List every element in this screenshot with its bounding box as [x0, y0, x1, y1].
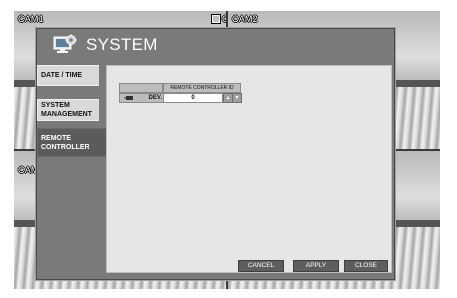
nav-item-system-management[interactable]: SYSTEM MANAGEMENT	[37, 99, 99, 121]
dialog-title: SYSTEM	[86, 35, 158, 54]
nav-item-label: SYSTEM MANAGEMENT	[41, 102, 92, 118]
settings-gear-monitor-icon	[53, 34, 77, 53]
remote-device-icon	[124, 96, 133, 100]
record-letter: C	[222, 14, 226, 24]
record-indicator: C	[212, 14, 226, 24]
nav-item-remote-controller[interactable]: REMOTE CONTROLLER	[37, 128, 106, 157]
nav-item-label: DATE / TIME	[41, 72, 83, 79]
record-box-icon	[212, 15, 220, 23]
arrow-down-icon[interactable]: ▼	[232, 93, 242, 103]
close-button[interactable]: CLOSE	[344, 260, 388, 272]
cancel-button[interactable]: CANCEL	[238, 260, 284, 272]
remote-controller-id-header: REMOTE CONTROLLER ID	[163, 83, 241, 93]
remote-id-value[interactable]: 0	[163, 93, 223, 103]
device-label: DEV.	[148, 95, 162, 101]
dialog-header: SYSTEM	[37, 29, 394, 60]
apply-button[interactable]: APPLY	[293, 260, 339, 272]
system-dialog: SYSTEM DATE / TIME SYSTEM MANAGEMENT REM…	[36, 28, 395, 280]
table-header-blank	[119, 83, 163, 93]
nav-item-label: REMOTE CONTROLLER	[41, 134, 90, 151]
nav-item-date-time[interactable]: DATE / TIME	[37, 65, 99, 86]
remote-controller-panel: REMOTE CONTROLLER ID DEV. 0 ▲ ▼ CANCEL A…	[106, 65, 392, 273]
device-row-label: DEV.	[119, 93, 165, 103]
camera-label-1: CAM1	[18, 14, 44, 24]
camera-label-2: CAM2	[232, 14, 258, 24]
